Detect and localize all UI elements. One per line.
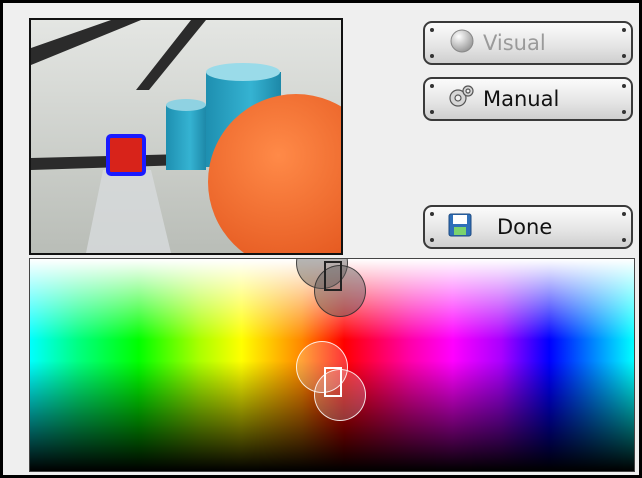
done-button-label: Done [497, 215, 553, 239]
calibration-window: Visual Manual Done [0, 0, 642, 478]
done-button[interactable]: Done [423, 205, 633, 249]
manual-button[interactable]: Manual [423, 77, 633, 121]
range-handle-upper[interactable] [324, 261, 342, 291]
floppy-disk-icon [447, 212, 473, 243]
manual-button-label: Manual [483, 87, 560, 111]
range-handle-lower[interactable] [324, 367, 342, 397]
radio-sphere-icon [449, 28, 475, 59]
blue-cylinder-top [206, 63, 280, 81]
color-picker[interactable] [29, 258, 635, 472]
visual-button-label: Visual [483, 31, 546, 55]
visual-button[interactable]: Visual [423, 21, 633, 65]
camera-preview[interactable] [29, 18, 343, 255]
blue-box [166, 105, 206, 170]
blue-box-top [166, 99, 206, 111]
red-target [110, 138, 142, 172]
gear-icon [447, 83, 475, 116]
camera-scene [31, 20, 341, 253]
